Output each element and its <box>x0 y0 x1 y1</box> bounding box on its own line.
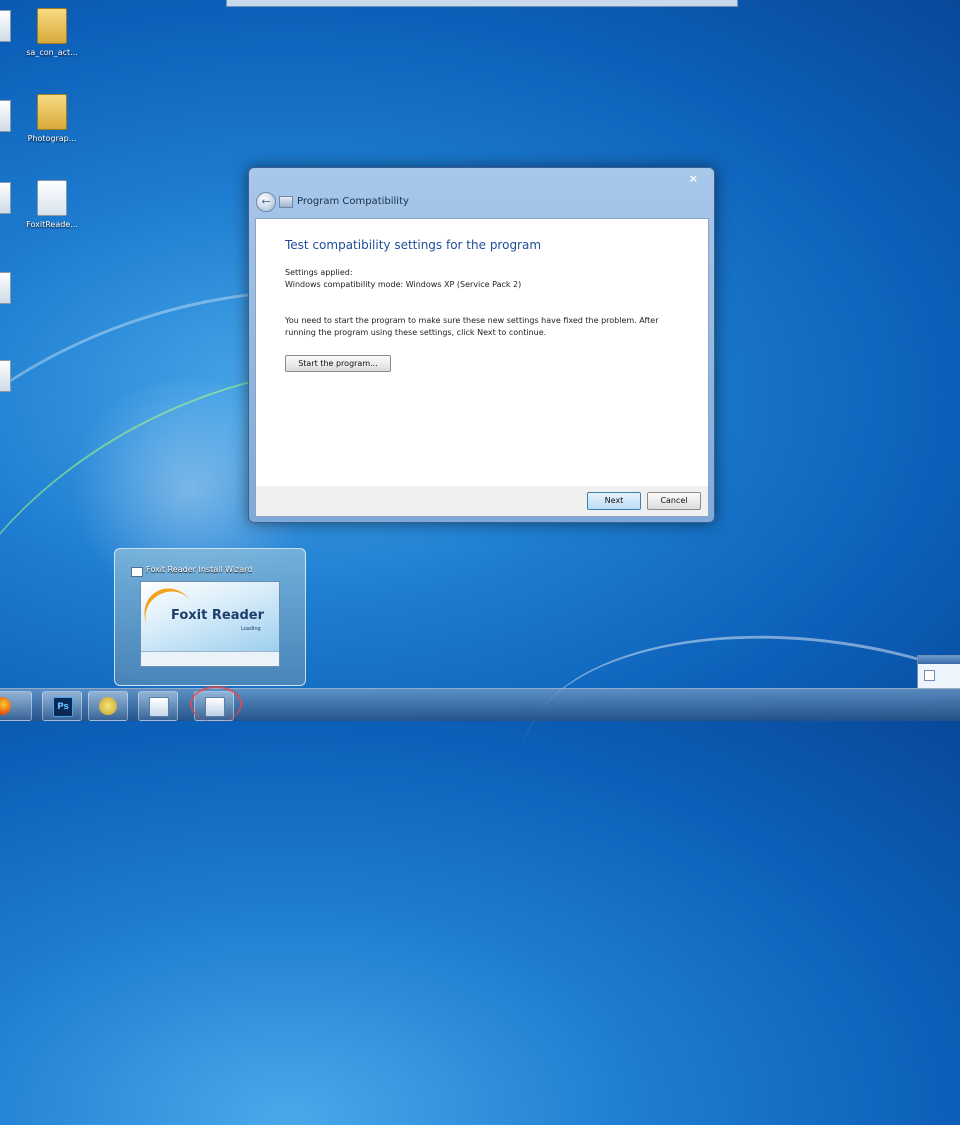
taskbar-button-firefox[interactable] <box>0 691 32 721</box>
thumbnail-progress-area <box>141 651 279 666</box>
notification-popup[interactable] <box>917 655 960 689</box>
firefox-icon <box>0 697 11 715</box>
dialog-footer: Next Cancel <box>255 486 709 517</box>
desktop-icon-folder[interactable]: sa_con_act... <box>17 8 87 57</box>
desktop-icon-label: Photograp... <box>27 134 77 143</box>
taskbar-button-photoshop[interactable]: Ps <box>42 691 82 721</box>
preview-title: Foxit Reader Install Wizard <box>146 565 253 574</box>
taskbar-button-foxit-installer[interactable] <box>138 691 178 721</box>
desktop-icon-label: FoxitReade... <box>26 220 78 229</box>
desktop-icon-partial[interactable] <box>0 360 11 392</box>
desktop-icon-folder[interactable]: Photograp... <box>17 94 87 143</box>
next-button[interactable]: Next <box>587 492 641 510</box>
page-heading: Test compatibility settings for the prog… <box>285 238 542 252</box>
dialog-title: Program Compatibility <box>297 196 409 207</box>
taskbar-thumbnail-preview[interactable]: Foxit Reader Install Wizard Foxit Reader… <box>114 548 306 686</box>
program-compatibility-dialog: × ← Program Compatibility Test compatibi… <box>248 167 715 523</box>
checkbox-icon[interactable] <box>924 670 935 681</box>
window-icon <box>131 567 143 577</box>
desktop-icon-partial[interactable] <box>0 10 11 42</box>
taskbar-button-keys[interactable] <box>88 691 128 721</box>
instructions-text: You need to start the program to make su… <box>285 316 659 337</box>
notification-titlebar <box>918 656 960 664</box>
back-arrow-icon[interactable]: ← <box>256 192 276 212</box>
folder-icon <box>37 94 67 130</box>
close-icon[interactable]: × <box>689 172 698 185</box>
start-program-button[interactable]: Start the program... <box>285 355 391 372</box>
foxit-installer-icon <box>149 697 169 717</box>
thumbnail-title: Foxit Reader <box>171 608 264 623</box>
settings-value: Windows compatibility mode: Windows XP (… <box>285 280 522 289</box>
preview-thumbnail[interactable]: Foxit Reader Loading <box>134 579 280 667</box>
active-button-highlight <box>190 686 242 722</box>
dialog-content: Test compatibility settings for the prog… <box>255 218 709 488</box>
wallpaper-swoosh <box>501 599 960 984</box>
cancel-button[interactable]: Cancel <box>647 492 701 510</box>
keys-icon <box>99 697 117 715</box>
taskbar: Ps <box>0 688 960 721</box>
photoshop-icon: Ps <box>53 697 73 717</box>
background-window-edge[interactable] <box>226 0 738 7</box>
desktop-icon-partial[interactable] <box>0 272 11 304</box>
desktop-icon-partial[interactable] <box>0 100 11 132</box>
program-compatibility-icon <box>279 196 293 208</box>
dialog-titlebar[interactable] <box>249 168 714 218</box>
folder-icon <box>37 8 67 44</box>
settings-label: Settings applied: <box>285 268 353 277</box>
desktop-icon-label: sa_con_act... <box>26 48 78 57</box>
desktop-icon-installer[interactable]: FoxitReade... <box>17 180 87 229</box>
desktop-icon-partial[interactable] <box>0 182 11 214</box>
installer-icon <box>37 180 67 216</box>
thumbnail-subtitle: Loading <box>241 626 261 632</box>
